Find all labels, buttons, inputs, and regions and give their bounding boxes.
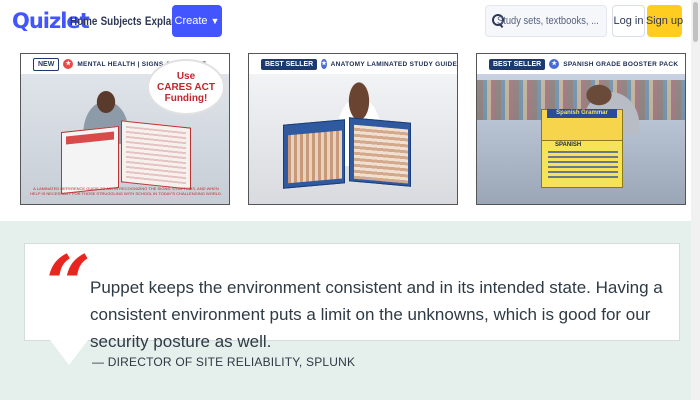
study-card-tab: Spanish Grammar — [547, 109, 617, 118]
top-header: Quizlet Home Subjects Explanations Creat… — [0, 0, 700, 44]
page: Quizlet Home Subjects Explanations Creat… — [0, 0, 700, 400]
ad-banner: BEST SELLER ★ ANATOMY LAMINATED STUDY GU… — [249, 54, 457, 74]
chevron-down-icon: ▼ — [210, 16, 220, 26]
nav-home[interactable]: Home — [70, 14, 97, 28]
callout-line-1: Use — [176, 70, 196, 82]
ad-banner-text: SPANISH GRADE BOOSTER PACK — [563, 60, 679, 68]
guide-image-left — [61, 125, 119, 195]
star-icon: ★ — [549, 59, 560, 69]
create-label: Create — [174, 15, 208, 27]
search-placeholder: Study sets, textbooks, ... — [497, 15, 599, 27]
scrollbar-thumb[interactable] — [693, 2, 698, 42]
guide-image-right — [121, 120, 191, 190]
new-badge: NEW — [33, 57, 60, 71]
quote-text: Puppet keeps the environment consistent … — [90, 278, 663, 351]
ad-banner: BEST SELLER ★ SPANISH GRADE BOOSTER PACK — [477, 54, 685, 74]
ad-mental-health[interactable]: NEW ★ MENTAL HEALTH | SIGNS & SUPPORT Us… — [20, 53, 230, 205]
study-card-label: SPANISH — [555, 142, 582, 148]
ad-banner-text: ANATOMY LAMINATED STUDY GUIDE — [330, 60, 458, 68]
login-button[interactable]: Log in — [612, 5, 645, 37]
search-input[interactable]: Study sets, textbooks, ... — [485, 5, 607, 37]
star-icon: ★ — [321, 59, 327, 69]
nav-subjects[interactable]: Subjects — [101, 14, 142, 28]
quote-mark-icon: “ — [46, 239, 91, 330]
ad-caption: A LAMINATED REFERENCE GUIDE TO AID IN RE… — [30, 186, 222, 196]
study-card-front — [541, 140, 623, 188]
cares-act-callout: Use CARES ACT Funding! — [147, 59, 225, 115]
anatomy-guide-right — [349, 117, 411, 187]
callout-line-3: Funding! — [164, 92, 208, 104]
scrollbar-track[interactable] — [691, 0, 700, 400]
ad-anatomy[interactable]: BEST SELLER ★ ANATOMY LAMINATED STUDY GU… — [248, 53, 458, 205]
ad-spanish[interactable]: Spanish Grammar SPANISH BEST SELLER ★ SP… — [476, 53, 686, 205]
best-seller-badge: BEST SELLER — [261, 58, 318, 70]
star-icon: ★ — [63, 59, 74, 69]
callout-line-2: CARES ACT — [157, 81, 215, 93]
quote-tail — [50, 340, 88, 365]
best-seller-badge: BEST SELLER — [489, 58, 546, 70]
anatomy-guide-left — [283, 119, 345, 189]
signup-button[interactable]: Sign up — [646, 5, 683, 37]
create-button[interactable]: Create ▼ — [172, 5, 222, 37]
quote-author: — DIRECTOR OF SITE RELIABILITY, SPLUNK — [92, 355, 356, 369]
